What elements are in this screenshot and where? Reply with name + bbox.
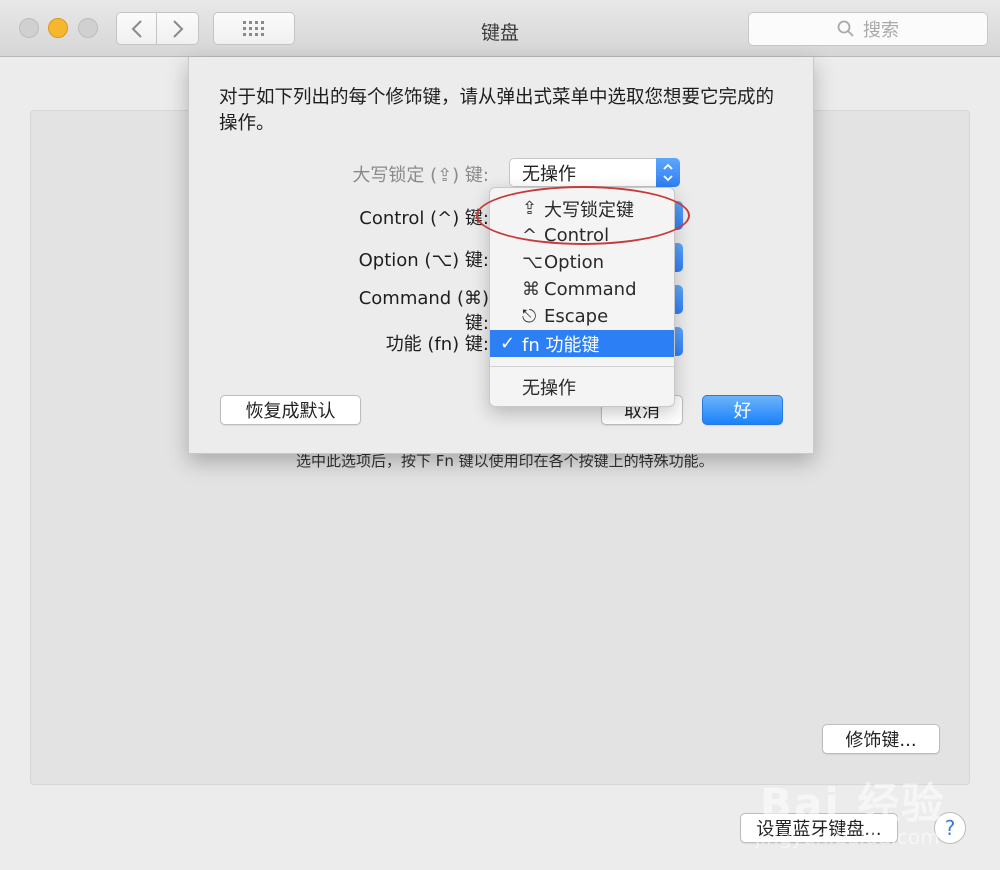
command-key-popup[interactable] <box>675 285 683 314</box>
menu-item-escape[interactable]: ⎋ Escape <box>490 303 674 330</box>
option-key-popup[interactable] <box>675 243 683 272</box>
menu-item-label: 无操作 <box>522 377 576 399</box>
modifier-keys-button[interactable]: 修饰键... <box>822 724 940 754</box>
menu-item-label: Option <box>544 252 605 273</box>
menu-item-label: Escape <box>544 306 609 327</box>
option-key-label: Option (⌥) 键: <box>358 250 489 271</box>
menu-item-fn[interactable]: ✓ fn 功能键 <box>490 330 674 357</box>
search-field[interactable]: 搜索 <box>748 12 988 46</box>
watermark-url: jingyan.baidu.com <box>755 825 940 849</box>
checkmark-icon: ✓ <box>500 333 516 354</box>
option-icon: ⌥ <box>522 252 543 273</box>
menu-item-command[interactable]: ⌘ Command <box>490 276 674 303</box>
menu-item-label: fn 功能键 <box>522 334 600 356</box>
command-key-label: Command (⌘) 键: <box>358 288 489 334</box>
menu-item-label: Command <box>544 279 637 300</box>
watermark-logo: Bai 经验 <box>760 779 946 828</box>
search-placeholder: 搜索 <box>863 20 899 41</box>
fn-key-popup[interactable] <box>675 327 683 356</box>
restore-defaults-button[interactable]: 恢复成默认 <box>220 395 361 425</box>
caps-lock-popup[interactable]: 无操作 <box>509 158 680 187</box>
search-icon <box>837 20 854 37</box>
menu-item-no-action[interactable]: 无操作 <box>490 373 674 400</box>
sheet-description: 对于如下列出的每个修饰键，请从弹出式菜单中选取您想要它完成的操作。 <box>219 87 775 134</box>
caps-lock-label: 大写锁定 (⇪) 键: <box>352 165 489 186</box>
menu-separator <box>490 366 674 367</box>
ok-button[interactable]: 好 <box>702 395 783 425</box>
title-bar: 键盘 搜索 <box>0 0 1000 57</box>
control-key-label: Control (^) 键: <box>359 208 489 229</box>
annotation-ellipse <box>476 186 690 245</box>
menu-item-option[interactable]: ⌥ Option <box>490 249 674 276</box>
updown-chevron-icon <box>656 158 680 187</box>
fn-key-label: 功能 (fn) 键: <box>385 334 489 355</box>
command-icon: ⌘ <box>522 279 540 300</box>
caps-lock-value: 无操作 <box>522 163 576 185</box>
escape-icon: ⎋ <box>522 306 537 327</box>
